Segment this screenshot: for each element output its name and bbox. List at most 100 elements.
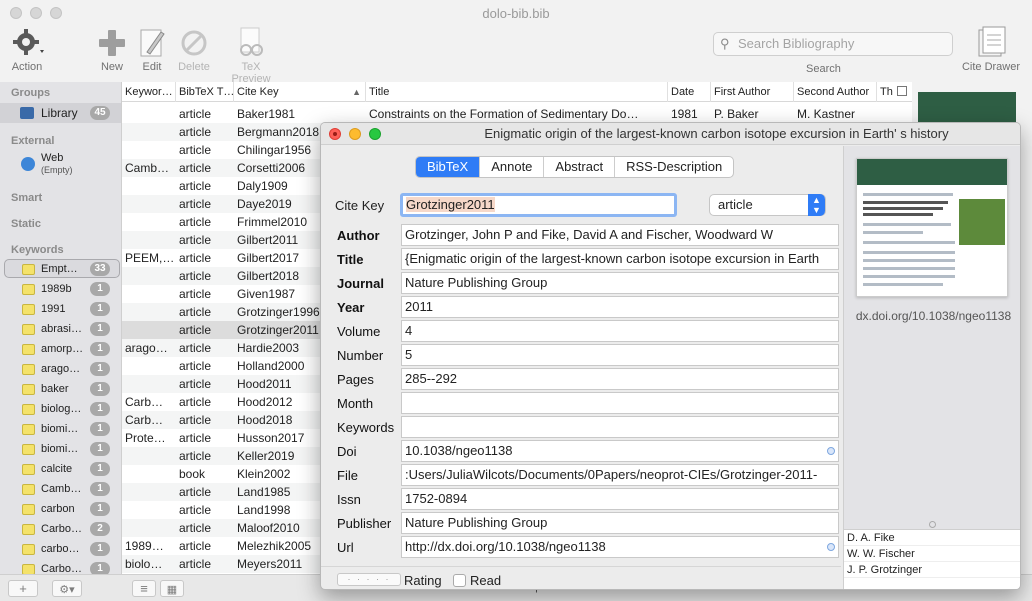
groups-header: Groups bbox=[11, 87, 51, 99]
add-group-button[interactable]: + bbox=[8, 580, 38, 597]
author-item[interactable]: J. P. Grotzinger bbox=[844, 562, 1020, 578]
table-cell-kw: Carb… bbox=[125, 413, 164, 427]
sidebar-keyword-item[interactable]: Empt… 33 bbox=[0, 259, 121, 279]
rating-label: Rating bbox=[404, 573, 442, 588]
pages-field[interactable]: 285--292 bbox=[401, 368, 839, 390]
publication-editor-window: Enigmatic origin of the largest-known ca… bbox=[320, 122, 1021, 590]
table-cell-type: article bbox=[179, 395, 212, 409]
field-file: File:Users/JuliaWilcots/Documents/0Paper… bbox=[321, 464, 841, 488]
publisher-field[interactable]: Nature Publishing Group bbox=[401, 512, 839, 534]
table-cell-kw: PEEM,… bbox=[125, 251, 175, 265]
cite-drawer-icon bbox=[976, 26, 1006, 58]
splitter-handle[interactable] bbox=[929, 521, 936, 528]
sidebar-item-library[interactable]: Library 45 bbox=[0, 103, 121, 123]
table-cell-type: article bbox=[179, 215, 212, 229]
column-header-third-author[interactable]: Th bbox=[877, 82, 899, 102]
sidebar-keyword-item[interactable]: biolog… 1 bbox=[0, 399, 121, 419]
sidebar-keyword-item[interactable]: 1991 1 bbox=[0, 299, 121, 319]
sidebar-keyword-item[interactable]: abrasi… 1 bbox=[0, 319, 121, 339]
open-link-icon[interactable] bbox=[827, 447, 835, 455]
number-field[interactable]: 5 bbox=[401, 344, 839, 366]
cite-key-input[interactable]: Grotzinger2011 bbox=[400, 193, 677, 217]
title-field[interactable]: {Enigmatic origin of the largest-known c… bbox=[401, 248, 839, 270]
sidebar-keyword-item[interactable]: arago… 1 bbox=[0, 359, 121, 379]
table-cell-type: article bbox=[179, 251, 212, 265]
issn-field[interactable]: 1752-0894 bbox=[401, 488, 839, 510]
search-input[interactable]: ⚲ Search Bibliography bbox=[713, 32, 953, 56]
library-icon bbox=[20, 107, 34, 119]
column-chooser-icon[interactable] bbox=[897, 86, 907, 96]
column-header-bibtex-type[interactable]: BibTeX T… bbox=[176, 82, 234, 102]
table-cell-type: article bbox=[179, 521, 212, 535]
table-cell-type: article bbox=[179, 485, 212, 499]
url-field[interactable]: http://dx.doi.org/10.1038/ngeo1138 bbox=[401, 536, 839, 558]
sidebar-keyword-item[interactable]: Carbo… 2 bbox=[0, 519, 121, 539]
grid-view-button[interactable]: ▦ bbox=[160, 580, 184, 597]
table-cell-type: article bbox=[179, 359, 212, 373]
open-link-icon[interactable] bbox=[827, 543, 835, 551]
column-header-second-author[interactable]: Second Author bbox=[794, 82, 877, 102]
sidebar-keyword-item[interactable]: biomi… 1 bbox=[0, 439, 121, 459]
list-view-button[interactable]: ≡ bbox=[132, 580, 156, 597]
author-item[interactable]: W. W. Fischer bbox=[844, 546, 1020, 562]
folder-icon bbox=[22, 544, 35, 555]
journal-field[interactable]: Nature Publishing Group bbox=[401, 272, 839, 294]
group-action-button[interactable]: ⚙▾ bbox=[52, 580, 82, 597]
tab-abstract[interactable]: Abstract bbox=[544, 157, 616, 177]
delete-button[interactable]: Delete bbox=[164, 26, 224, 73]
sidebar-keyword-item[interactable]: amorp… 1 bbox=[0, 339, 121, 359]
author-item[interactable]: D. A. Fike bbox=[844, 530, 1020, 546]
authors-list: D. A. Fike W. W. Fischer J. P. Grotzinge… bbox=[844, 529, 1020, 589]
grid-icon: ▦ bbox=[166, 584, 178, 596]
column-header-cite-key[interactable]: Cite Key ▲ bbox=[234, 82, 366, 102]
sidebar-keyword-item[interactable]: biomi… 1 bbox=[0, 419, 121, 439]
field-journal: Journal Nature Publishing Group bbox=[321, 272, 841, 296]
field-volume: Volume 4 bbox=[321, 320, 841, 344]
doi-field[interactable]: 10.1038/ngeo1138 bbox=[401, 440, 839, 462]
sidebar-keyword-item[interactable]: Camb… 1 bbox=[0, 479, 121, 499]
file-preview-thumbnail[interactable] bbox=[856, 158, 1008, 297]
preview-doi-link[interactable]: dx.doi.org/10.1038/ngeo1138 bbox=[844, 309, 1020, 323]
tab-rss-description[interactable]: RSS-Description bbox=[615, 157, 733, 177]
table-cell-type: article bbox=[179, 377, 212, 391]
table-row[interactable]: article Baker1981 Constraints on the Forma… bbox=[122, 105, 912, 123]
sidebar-keyword-item[interactable]: baker 1 bbox=[0, 379, 121, 399]
month-field[interactable] bbox=[401, 392, 839, 414]
year-field[interactable]: 2011 bbox=[401, 296, 839, 318]
column-header-date[interactable]: Date bbox=[668, 82, 711, 102]
zoom-window-button[interactable] bbox=[50, 7, 62, 19]
column-header-keywords[interactable]: Keywor… bbox=[122, 82, 176, 102]
action-button[interactable]: Action bbox=[0, 26, 57, 73]
table-cell-type: book bbox=[179, 467, 206, 481]
file-field[interactable]: :Users/JuliaWilcots/Documents/0Papers/ne… bbox=[401, 464, 839, 486]
sidebar-keyword-item[interactable]: carbon 1 bbox=[0, 499, 121, 519]
field-title: Title {Enigmatic origin of the largest-kn… bbox=[321, 248, 841, 272]
tab-bibtex[interactable]: BibTeX bbox=[416, 157, 481, 177]
table-cell-kw: 1989… bbox=[125, 539, 164, 553]
sidebar-keyword-item[interactable]: Carbo… 1 bbox=[0, 559, 121, 574]
volume-field[interactable]: 4 bbox=[401, 320, 839, 342]
library-count-badge: 45 bbox=[90, 106, 110, 120]
read-checkbox[interactable] bbox=[453, 574, 466, 587]
minimize-window-button[interactable] bbox=[30, 7, 42, 19]
sidebar-keyword-item[interactable]: 1989b 1 bbox=[0, 279, 121, 299]
table-cell-type: article bbox=[179, 449, 212, 463]
keywords-field[interactable] bbox=[401, 416, 839, 438]
column-header-first-author[interactable]: First Author bbox=[711, 82, 794, 102]
bibtex-form: BibTeX Annote Abstract RSS-Description C… bbox=[321, 123, 841, 589]
table-cell-type: article bbox=[179, 413, 212, 427]
author-field[interactable]: Grotzinger, John P and Fike, David A and… bbox=[401, 224, 839, 246]
cite-drawer-button[interactable]: Cite Drawer bbox=[961, 26, 1021, 73]
entry-type-select[interactable]: article ▲ ▼ bbox=[709, 194, 826, 216]
table-cell-type: article bbox=[179, 503, 212, 517]
folder-icon bbox=[22, 324, 35, 335]
tab-annote[interactable]: Annote bbox=[480, 157, 545, 177]
tex-preview-button[interactable]: TeX Preview bbox=[221, 26, 281, 85]
sidebar-keyword-item[interactable]: calcite 1 bbox=[0, 459, 121, 479]
close-window-button[interactable] bbox=[10, 7, 22, 19]
column-header-title[interactable]: Title bbox=[366, 82, 668, 102]
rating-control[interactable]: · · · · · bbox=[337, 573, 401, 586]
table-cell-type: article bbox=[179, 287, 212, 301]
sidebar-keyword-item[interactable]: carbo… 1 bbox=[0, 539, 121, 559]
sidebar-item-web[interactable]: Web (Empty) bbox=[0, 152, 121, 180]
